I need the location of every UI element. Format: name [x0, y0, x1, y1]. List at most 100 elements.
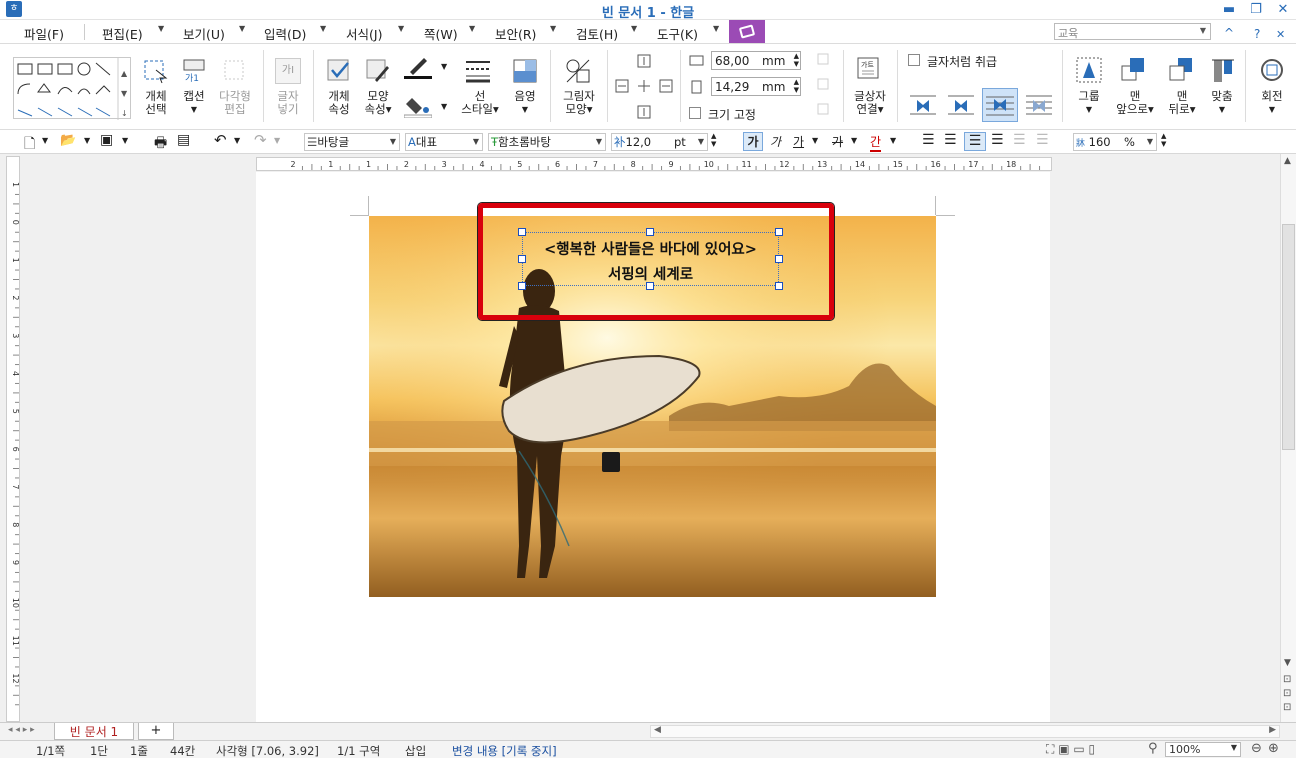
close-button[interactable]: ✕	[1270, 1, 1296, 19]
horizontal-ruler[interactable]: 2 1 1 2 3 4 5 6 7 8 9 10 11 12 13 14 15 16 17 18	[256, 157, 1052, 171]
print-icon[interactable]: 🖶	[154, 132, 167, 156]
send-back-button[interactable]: 맨 뒤로▾	[1160, 90, 1204, 116]
caption-button[interactable]: 캡션 ▼	[176, 90, 212, 116]
search-box[interactable]: 교육 ▼	[1054, 23, 1211, 40]
polygon-edit-button[interactable]: 다각형 편집	[214, 90, 256, 116]
preview-icon[interactable]: ▤	[177, 132, 190, 148]
line-spacing-spin-icon[interactable]: ▲ ▼	[1161, 132, 1166, 148]
rotate-button[interactable]: 회전 ▼	[1254, 90, 1290, 116]
resize-handle-n[interactable]	[646, 228, 654, 236]
underline-dropdown-icon[interactable]: ▼	[812, 136, 818, 145]
next-page-icon[interactable]: ⊡	[1283, 702, 1291, 713]
picture-shape-button[interactable]: 그림자 모양▾	[558, 90, 600, 116]
align-left-icon[interactable]: ☰	[944, 132, 957, 148]
zoom-out-icon[interactable]: ⊖	[1251, 741, 1262, 756]
menu-view[interactable]: 보기(U)	[183, 24, 225, 43]
position-arrows[interactable]	[614, 52, 674, 122]
shape-gallery[interactable]: ▲ ▼ ↓	[13, 57, 131, 120]
font-select[interactable]: Ŧ함초롬바탕 ▼	[488, 133, 606, 151]
minimize-button[interactable]: ▬	[1216, 1, 1242, 19]
zoom-in-icon[interactable]: ⊕	[1268, 741, 1279, 756]
align-right-icon[interactable]: ☰	[991, 132, 1004, 148]
object-props-button[interactable]: 개체 속성	[321, 90, 357, 116]
status-track-changes[interactable]: 변경 내용 [기록 중지]	[452, 743, 557, 759]
line-color-icon[interactable]	[404, 56, 432, 80]
undo-dropdown-icon[interactable]: ▼	[234, 136, 240, 145]
resize-handle-w[interactable]	[518, 255, 526, 263]
insert-char-button[interactable]: 글자 넣기	[270, 90, 306, 116]
redo-dropdown-icon[interactable]: ▼	[274, 136, 280, 145]
align-button[interactable]: 맞춤 ▼	[1204, 90, 1240, 116]
style-select[interactable]: ☰바탕글 ▼	[304, 133, 400, 151]
menu-security-dropdown-icon[interactable]: ▼	[550, 24, 556, 33]
shade-button[interactable]: 음영 ▼	[507, 90, 543, 116]
vertical-ruler[interactable]: 10123456789101112	[6, 156, 20, 722]
menu-edit-dropdown-icon[interactable]: ▼	[158, 24, 164, 33]
font-color-dropdown-icon[interactable]: ▼	[890, 136, 896, 145]
object-select-button[interactable]: 개체 선택	[138, 90, 174, 116]
menu-tools[interactable]: 도구(K)	[657, 24, 698, 43]
menu-view-dropdown-icon[interactable]: ▼	[239, 24, 245, 33]
size-spin-icon[interactable]: ▲ ▼	[711, 132, 716, 148]
shape-props-button[interactable]: 모양 속성▾	[358, 90, 398, 116]
help-button[interactable]: ?	[1254, 27, 1260, 41]
fill-color-dropdown-icon[interactable]: ▼	[441, 102, 447, 111]
selected-textbox[interactable]: <행복한 사람들은 바다에 있어요> 서핑의 세계로	[522, 232, 779, 286]
distribute-icon[interactable]: ☰	[1013, 132, 1026, 148]
wrap-behind-icon[interactable]	[982, 88, 1018, 122]
width-field[interactable]: 68,00 mm ▲ ▼	[711, 51, 801, 70]
prev-page-icon[interactable]: ⊡	[1283, 674, 1291, 685]
align-center-icon[interactable]: ☰	[964, 132, 986, 151]
menu-security[interactable]: 보안(R)	[495, 24, 536, 43]
menu-review[interactable]: 검토(H)	[576, 24, 618, 43]
bring-front-button[interactable]: 맨 앞으로▾	[1112, 90, 1158, 116]
undo-icon[interactable]: ↶	[214, 131, 227, 149]
open-dropdown-icon[interactable]: ▼	[84, 136, 90, 145]
restore-button[interactable]: ❐	[1243, 1, 1269, 19]
scroll-down-icon[interactable]: ▼	[1284, 658, 1291, 668]
close-doc-button[interactable]: ✕	[1276, 28, 1285, 41]
wrap-tight-icon[interactable]	[944, 90, 978, 120]
line-spacing-select[interactable]: 牀 160 % ▼	[1073, 133, 1157, 151]
resize-handle-sw[interactable]	[518, 282, 526, 290]
fix-size-checkbox[interactable]	[689, 107, 701, 119]
resize-handle-se[interactable]	[775, 282, 783, 290]
underline-button[interactable]: 가	[793, 133, 804, 150]
menu-insert-dropdown-icon[interactable]: ▼	[320, 24, 326, 33]
resize-handle-s[interactable]	[646, 282, 654, 290]
menu-tools-dropdown-icon[interactable]: ▼	[713, 24, 719, 33]
menu-edit[interactable]: 편집(E)	[102, 24, 143, 43]
scroll-thumb[interactable]	[1282, 224, 1295, 450]
font-color-button[interactable]: 간	[870, 133, 882, 152]
status-mode[interactable]: 삽입	[405, 743, 426, 759]
scroll-left-icon[interactable]: ◀	[654, 725, 661, 735]
object-context-tab[interactable]	[729, 20, 765, 43]
page-nav-icon[interactable]: ⊡	[1283, 688, 1291, 699]
menu-page-dropdown-icon[interactable]: ▼	[469, 24, 475, 33]
group-button[interactable]: 그룹 ▼	[1072, 90, 1106, 116]
tab-nav-icons[interactable]: ◂ ◂ ▸ ▸	[8, 725, 35, 735]
menu-page[interactable]: 쪽(W)	[424, 24, 458, 43]
new-doc-dropdown-icon[interactable]: ▼	[42, 136, 48, 145]
bold-button[interactable]: 가	[743, 132, 763, 151]
menu-insert[interactable]: 입력(D)	[264, 24, 306, 43]
menu-review-dropdown-icon[interactable]: ▼	[631, 24, 637, 33]
italic-button[interactable]: 가	[770, 133, 781, 150]
menu-format-dropdown-icon[interactable]: ▼	[398, 24, 404, 33]
wrap-square-icon[interactable]	[906, 90, 940, 120]
tab-doc-1[interactable]: 빈 문서 1	[54, 723, 134, 740]
search-dropdown-icon[interactable]: ▼	[1200, 26, 1206, 35]
menu-format[interactable]: 서식(J)	[346, 24, 382, 43]
scroll-up-icon[interactable]: ▲	[1284, 156, 1291, 166]
treat-as-char-checkbox[interactable]	[908, 54, 920, 66]
strike-dropdown-icon[interactable]: ▼	[851, 136, 857, 145]
menu-file[interactable]: 파일(F)	[24, 24, 64, 43]
open-icon[interactable]: 📂	[60, 133, 76, 148]
save-dropdown-icon[interactable]: ▼	[122, 136, 128, 145]
divide-icon[interactable]: ☰	[1036, 132, 1049, 148]
zoom-select[interactable]: 100% ▼	[1165, 742, 1241, 757]
scroll-right-icon[interactable]: ▶	[1269, 725, 1276, 735]
line-style-button[interactable]: 선 스타일▾	[458, 90, 502, 116]
view-mode-icons[interactable]: ⛶ ▣ ▭ ▯	[1046, 742, 1095, 757]
fill-color-icon[interactable]	[403, 94, 433, 119]
